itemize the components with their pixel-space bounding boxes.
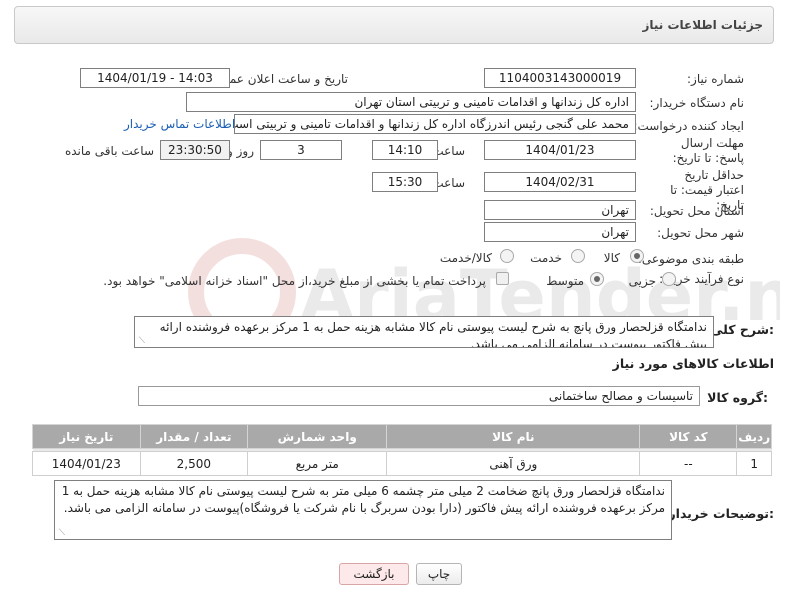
col-row-number: ردیف — [736, 424, 772, 449]
col-need-date: تاریخ نیاز — [32, 424, 141, 449]
goods-table-header: ردیف کد کالا نام کالا واحد شمارش تعداد /… — [32, 424, 772, 449]
print-button[interactable]: چاپ — [416, 563, 462, 585]
buyer-org-field[interactable]: اداره کل زندانها و اقدامات تامینی و تربی… — [186, 92, 636, 112]
province-field[interactable]: تهران — [484, 200, 636, 220]
goods-group-label: گروه کالا: — [707, 390, 768, 405]
remaining-label: ساعت باقی مانده — [64, 144, 154, 158]
deadline-label: مهلت ارسال پاسخ: تا تاریخ: — [672, 136, 744, 165]
category-option-service: خدمت — [530, 251, 562, 265]
price-validity-date-field[interactable]: 1404/02/31 — [484, 172, 636, 192]
goods-group-field[interactable]: تاسیسات و مصالح ساختمانی — [138, 386, 700, 406]
need-number-label: شماره نیاز: — [687, 72, 744, 86]
price-validity-time-field[interactable]: 15:30 — [372, 172, 438, 192]
announce-datetime-field[interactable]: 1404/01/19 - 14:03 — [80, 68, 230, 88]
category-label: طبقه بندی موضوعی: — [637, 252, 744, 266]
process-option-medium: متوسط — [546, 274, 584, 288]
process-radio-minor[interactable] — [662, 272, 676, 286]
category-option-goods: کالا — [603, 251, 620, 265]
col-goods-name: نام کالا — [386, 424, 641, 449]
buyer-notes-label: توضیحات خریدار: — [668, 506, 774, 521]
category-radio-service[interactable] — [571, 249, 585, 263]
col-goods-code: کد کالا — [639, 424, 738, 449]
category-radio-both[interactable] — [500, 249, 514, 263]
cell-goods-code: -- — [639, 451, 738, 476]
process-radio-medium[interactable] — [590, 272, 604, 286]
city-field[interactable]: تهران — [484, 222, 636, 242]
days-label: روز و — [227, 144, 254, 158]
cell-goods-name: ورق آهنی — [386, 451, 641, 476]
back-button[interactable]: بازگشت — [339, 563, 409, 585]
col-unit: واحد شمارش — [247, 424, 388, 449]
resize-grip-icon[interactable]: ⟋ — [57, 529, 65, 538]
goods-section-title: اطلاعات کالاهای مورد نیاز — [612, 356, 774, 371]
process-option-minor: جزیی — [628, 274, 656, 288]
city-label: شهر محل تحویل: — [657, 226, 744, 240]
deadline-time-field[interactable]: 14:10 — [372, 140, 438, 160]
description-text: ندامتگاه قزلحصار ورق پانچ به شرح لیست پی… — [159, 320, 707, 348]
buyer-notes-text: ندامتگاه قزلحصار ورق پانچ ضخامت 2 میلی م… — [61, 484, 665, 515]
remaining-time-field: 23:30:50 — [160, 140, 230, 160]
resize-grip-icon[interactable]: ⟋ — [137, 337, 145, 346]
description-textarea[interactable]: ندامتگاه قزلحصار ورق پانچ به شرح لیست پی… — [134, 316, 714, 348]
cell-unit: متر مربع — [247, 451, 388, 476]
cell-row-number: 1 — [736, 451, 772, 476]
category-radio-goods[interactable] — [630, 249, 644, 263]
deadline-date-field[interactable]: 1404/01/23 — [484, 140, 636, 160]
creator-label: ایجاد کننده درخواست: — [633, 119, 744, 133]
treasury-payment-checkbox[interactable] — [496, 272, 509, 285]
buyer-contact-link[interactable]: اطلاعات تماس خریدار — [124, 117, 235, 131]
days-field[interactable]: 3 — [260, 140, 342, 160]
category-option-both: کالا/خدمت — [439, 251, 492, 265]
creator-field[interactable]: محمد علی گنجی رئیس اندرزگاه اداره کل زند… — [234, 114, 636, 134]
buyer-notes-textarea[interactable]: ندامتگاه قزلحصار ورق پانچ ضخامت 2 میلی م… — [54, 480, 672, 540]
table-row[interactable]: 1 -- ورق آهنی متر مربع 2,500 1404/01/23 — [32, 451, 772, 476]
province-label: استان محل تحویل: — [649, 204, 744, 218]
treasury-payment-note: پرداخت تمام یا بخشی از مبلغ خرید،از محل … — [103, 274, 486, 288]
cell-need-date: 1404/01/23 — [32, 451, 141, 476]
need-number-field[interactable]: 1104003143000019 — [484, 68, 636, 88]
col-quantity: تعداد / مقدار — [139, 424, 249, 449]
panel-title: جزئیات اطلاعات نیاز — [642, 18, 763, 32]
details-panel-header: جزئیات اطلاعات نیاز — [14, 6, 774, 44]
buyer-org-label: نام دستگاه خریدار: — [649, 96, 745, 110]
cell-quantity: 2,500 — [139, 451, 249, 476]
goods-table: ردیف کد کالا نام کالا واحد شمارش تعداد /… — [32, 424, 772, 476]
